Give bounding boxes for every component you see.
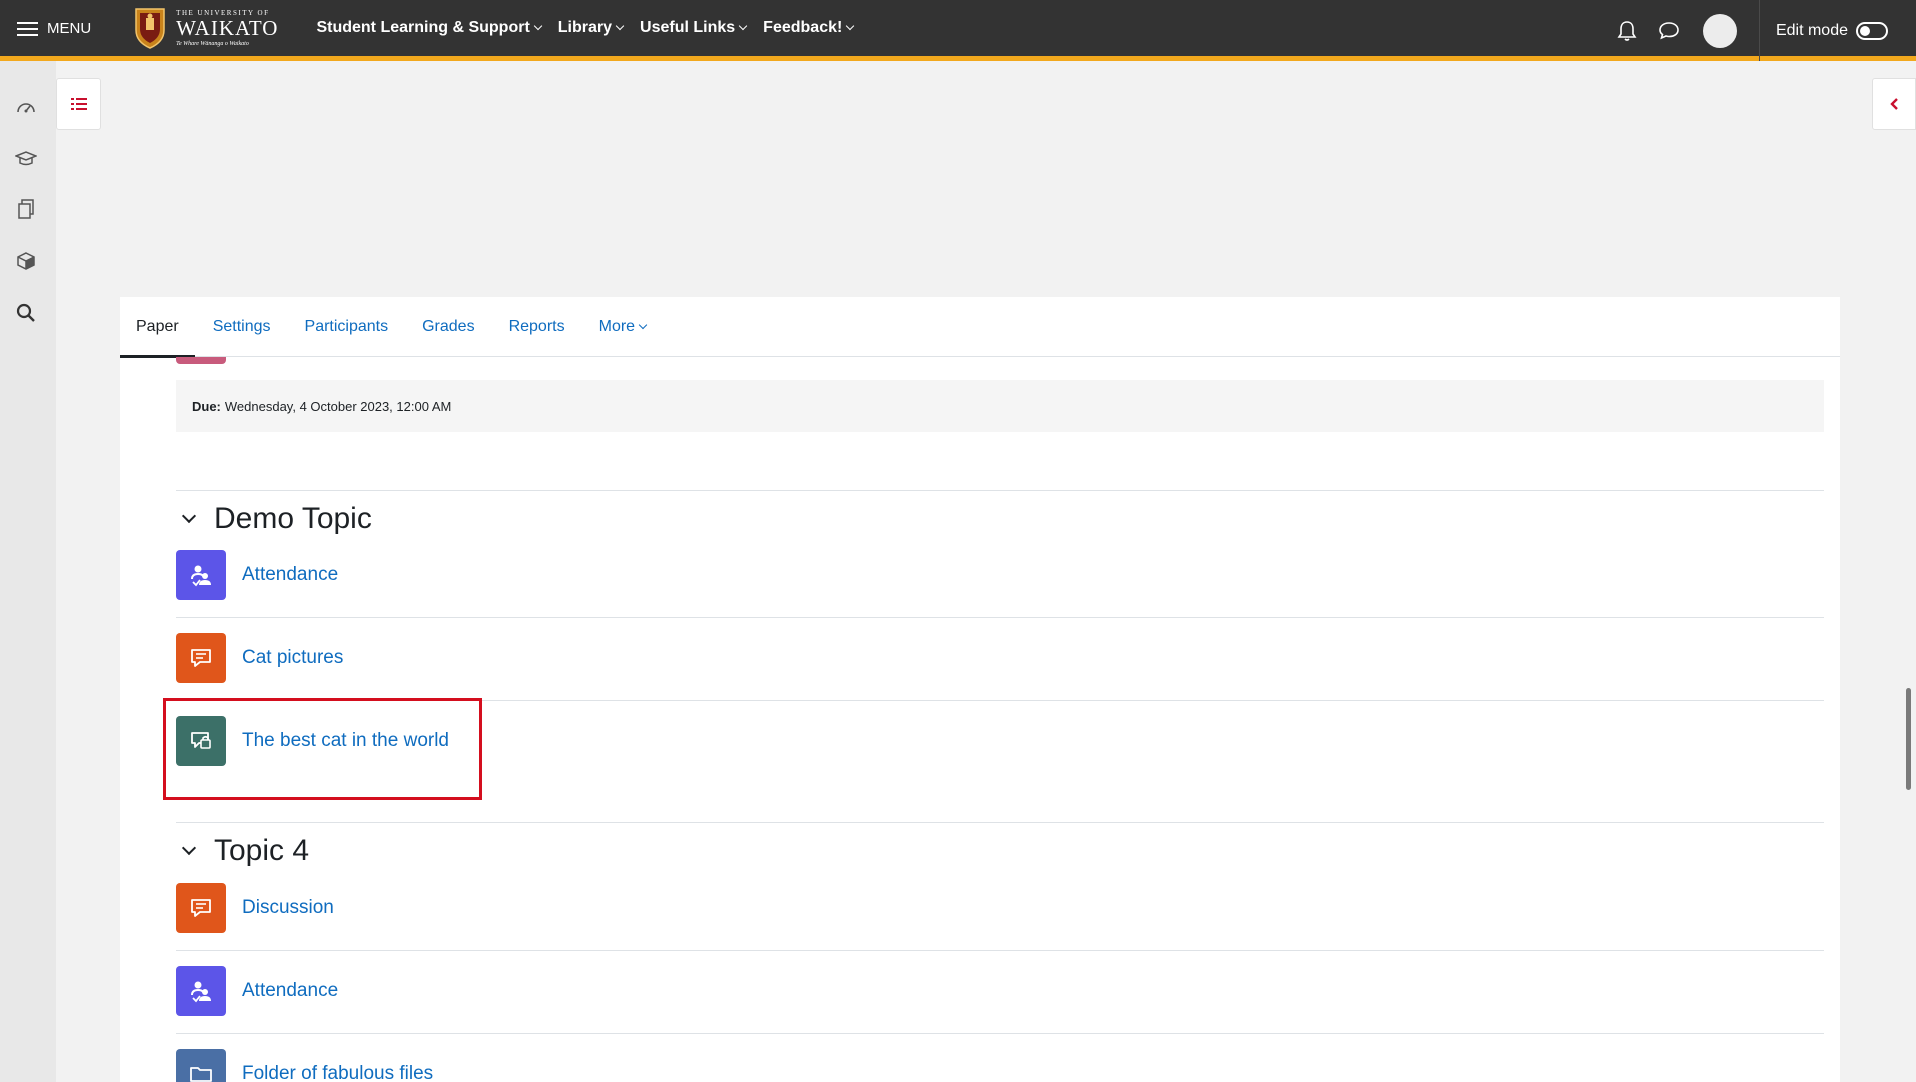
university-logo[interactable]: THE UNIVERSITY OF WAIKATO Te Whare Wānan… (133, 6, 278, 50)
documents-icon[interactable] (14, 197, 38, 221)
top-navbar: MENU THE UNIVERSITY OF WAIKATO Te Whare … (0, 0, 1916, 61)
activity-attendance[interactable]: Attendance (176, 550, 338, 600)
course-content: Paper Settings Participants Grades Repor… (120, 297, 1840, 1082)
chevron-left-icon (1890, 98, 1898, 110)
user-avatar[interactable] (1702, 13, 1737, 48)
highlight-box (163, 698, 482, 800)
attendance-icon[interactable] (176, 966, 226, 1016)
navbar-divider (1758, 0, 1760, 61)
primary-navigation: Student Learning & Support Library Usefu… (316, 19, 870, 37)
activity-discussion[interactable]: Discussion (176, 883, 334, 933)
crest-icon (135, 8, 165, 49)
chevron-down-icon (638, 320, 648, 329)
search-icon[interactable] (14, 301, 38, 325)
notifications-bell-icon[interactable] (1615, 19, 1639, 43)
list-icon (70, 98, 87, 110)
course-index-toggle[interactable] (56, 78, 101, 130)
graduation-cap-icon[interactable] (14, 147, 38, 171)
activity-name[interactable]: Discussion (242, 897, 334, 919)
forum-icon[interactable] (176, 883, 226, 933)
section-divider (176, 822, 1824, 823)
section-divider (176, 490, 1824, 491)
cube-icon[interactable] (14, 249, 38, 273)
activity-name[interactable]: Attendance (242, 980, 338, 1002)
activity-name[interactable]: Folder of fabulous files (242, 1063, 433, 1082)
hamburger-icon (17, 21, 38, 36)
chevron-down-icon (533, 21, 543, 31)
due-value: Wednesday, 4 October 2023, 12:00 AM (224, 398, 452, 414)
tab-grades[interactable]: Grades (422, 297, 474, 357)
tab-reports[interactable]: Reports (509, 297, 565, 357)
nav-student-learning-support[interactable]: Student Learning & Support (316, 19, 543, 37)
activity-folder-of-fabulous-files[interactable]: Folder of fabulous files (176, 1049, 433, 1082)
tab-settings[interactable]: Settings (213, 297, 271, 357)
chevron-down-icon[interactable] (181, 508, 197, 524)
tab-paper[interactable]: Paper (120, 297, 195, 358)
tab-participants[interactable]: Participants (305, 297, 389, 357)
due-date-info: Due: Wednesday, 4 October 2023, 12:00 AM (176, 380, 1824, 432)
activity-divider (176, 617, 1824, 618)
activity-cat-pictures[interactable]: Cat pictures (176, 633, 343, 683)
menu-label: MENU (47, 19, 92, 37)
block-drawer-toggle[interactable] (1872, 78, 1916, 130)
left-rail (0, 61, 56, 1082)
logo-tagline: Te Whare Wānanga o Waikato (176, 40, 249, 47)
forum-icon[interactable] (176, 633, 226, 683)
due-label: Due: (192, 398, 221, 414)
edit-mode-control[interactable]: Edit mode (1775, 21, 1888, 40)
nav-feedback[interactable]: Feedback! (763, 19, 855, 37)
activity-divider (176, 950, 1824, 951)
messages-chat-icon[interactable] (1657, 19, 1681, 43)
nav-useful-links[interactable]: Useful Links (640, 19, 748, 37)
secondary-navigation: Paper Settings Participants Grades Repor… (120, 297, 1840, 358)
activity-name[interactable]: Attendance (242, 564, 338, 586)
scrollbar-thumb[interactable] (1906, 688, 1911, 790)
nav-library[interactable]: Library (558, 19, 625, 37)
dashboard-icon[interactable] (14, 96, 38, 120)
attendance-icon[interactable] (176, 550, 226, 600)
chevron-down-icon (738, 21, 748, 31)
chevron-down-icon (615, 21, 625, 31)
edit-mode-label: Edit mode (1775, 21, 1848, 39)
previous-activity-icon-stub (176, 357, 226, 364)
menu-button[interactable]: MENU (17, 20, 91, 37)
activity-attendance[interactable]: Attendance (176, 966, 338, 1016)
chevron-down-icon[interactable] (181, 840, 197, 856)
chevron-down-icon (846, 21, 855, 31)
tab-more[interactable]: More (599, 297, 648, 357)
logo-main-text: WAIKATO (176, 15, 279, 40)
edit-mode-toggle[interactable] (1856, 21, 1888, 40)
section-title-topic-4: Topic 4 (181, 829, 309, 873)
folder-icon[interactable] (176, 1049, 226, 1082)
toggle-knob (1860, 25, 1870, 36)
activity-divider (176, 1033, 1824, 1034)
activity-name[interactable]: Cat pictures (242, 647, 343, 669)
section-title-demo-topic: Demo Topic (181, 497, 372, 541)
